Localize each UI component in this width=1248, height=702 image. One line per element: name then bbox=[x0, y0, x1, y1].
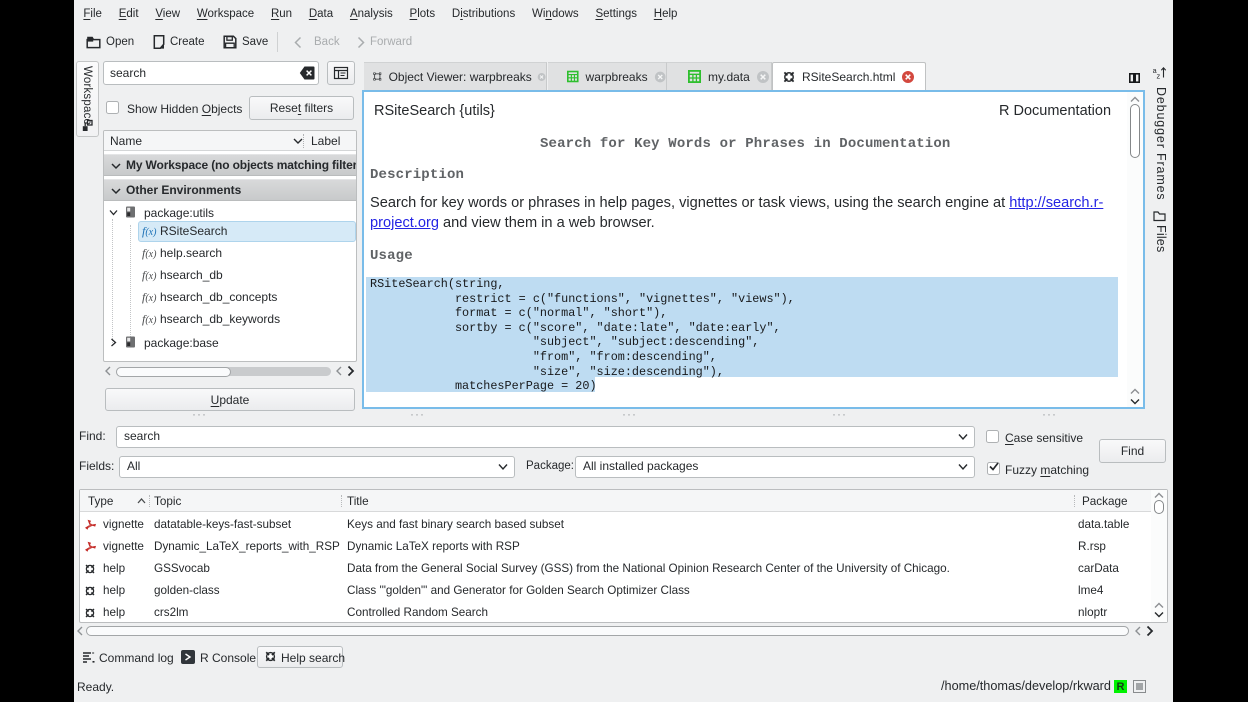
svg-text:z: z bbox=[1157, 72, 1161, 80]
